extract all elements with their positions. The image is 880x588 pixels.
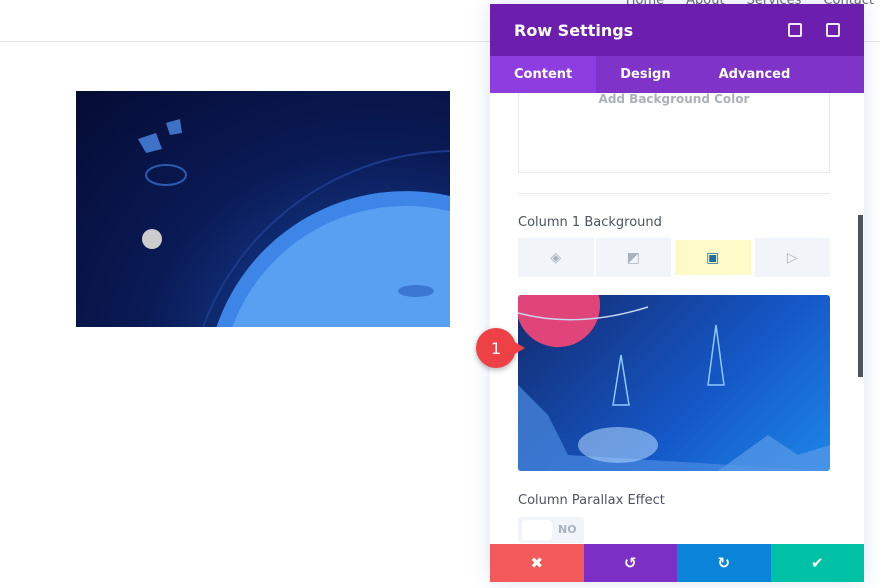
close-icon: ✖ [530,554,544,572]
panel-tabs: Content Design Advanced [490,56,864,93]
cancel-button[interactable]: ✖ [490,544,584,582]
bg-tab-image[interactable]: ▣ [673,238,753,277]
divider [518,193,830,194]
toggle-value: NO [558,523,577,536]
sidebar-layout-icon[interactable] [826,23,840,37]
gradient-icon: ◩ [626,249,640,266]
undo-button[interactable]: ↺ [583,544,677,582]
space-planet-image [76,91,450,327]
paint-bucket-icon: ◈ [550,249,562,266]
panel-footer: ✖ ↺ ↻ ✔ [490,544,864,582]
parallax-toggle[interactable]: NO [518,517,584,543]
check-icon: ✔ [810,554,824,572]
image-icon: ▣ [706,249,720,266]
tab-advanced[interactable]: Advanced [695,56,815,93]
scrollbar[interactable] [858,215,863,377]
video-icon: ▷ [786,249,798,266]
panel-header: Row Settings [490,4,864,56]
background-type-tabs: ◈ ◩ ▣ ▷ [518,238,830,277]
column-background-label: Column 1 Background [518,215,662,230]
fullscreen-icon[interactable] [788,23,802,37]
bg-tab-video[interactable]: ▷ [754,238,830,277]
toggle-knob [522,520,552,540]
background-image-preview[interactable] [518,295,830,471]
bg-tab-gradient[interactable]: ◩ [595,238,671,277]
parallax-label: Column Parallax Effect [518,493,665,508]
add-background-color-button[interactable]: Add Background Color [518,93,830,173]
panel-title: Row Settings [514,20,634,40]
tab-design[interactable]: Design [596,56,694,93]
step-badge: 1 [476,328,525,368]
redo-icon: ↻ [717,554,731,572]
tab-content[interactable]: Content [490,56,597,93]
save-button[interactable]: ✔ [770,544,864,582]
bg-tab-color[interactable]: ◈ [518,238,594,277]
redo-button[interactable]: ↻ [677,544,771,582]
panel-body: Add Background Color Column 1 Background… [490,93,864,544]
undo-icon: ↺ [623,554,637,572]
row-settings-panel: Row Settings Content Design Advanced Add… [490,4,864,582]
